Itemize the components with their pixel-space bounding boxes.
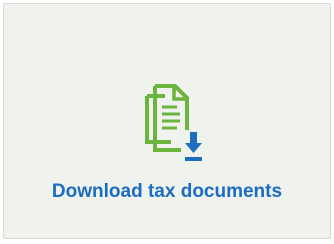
download-tax-documents-card[interactable]: Download tax documents [3,3,331,239]
document-download-icon [141,80,205,166]
card-label: Download tax documents [51,181,283,202]
